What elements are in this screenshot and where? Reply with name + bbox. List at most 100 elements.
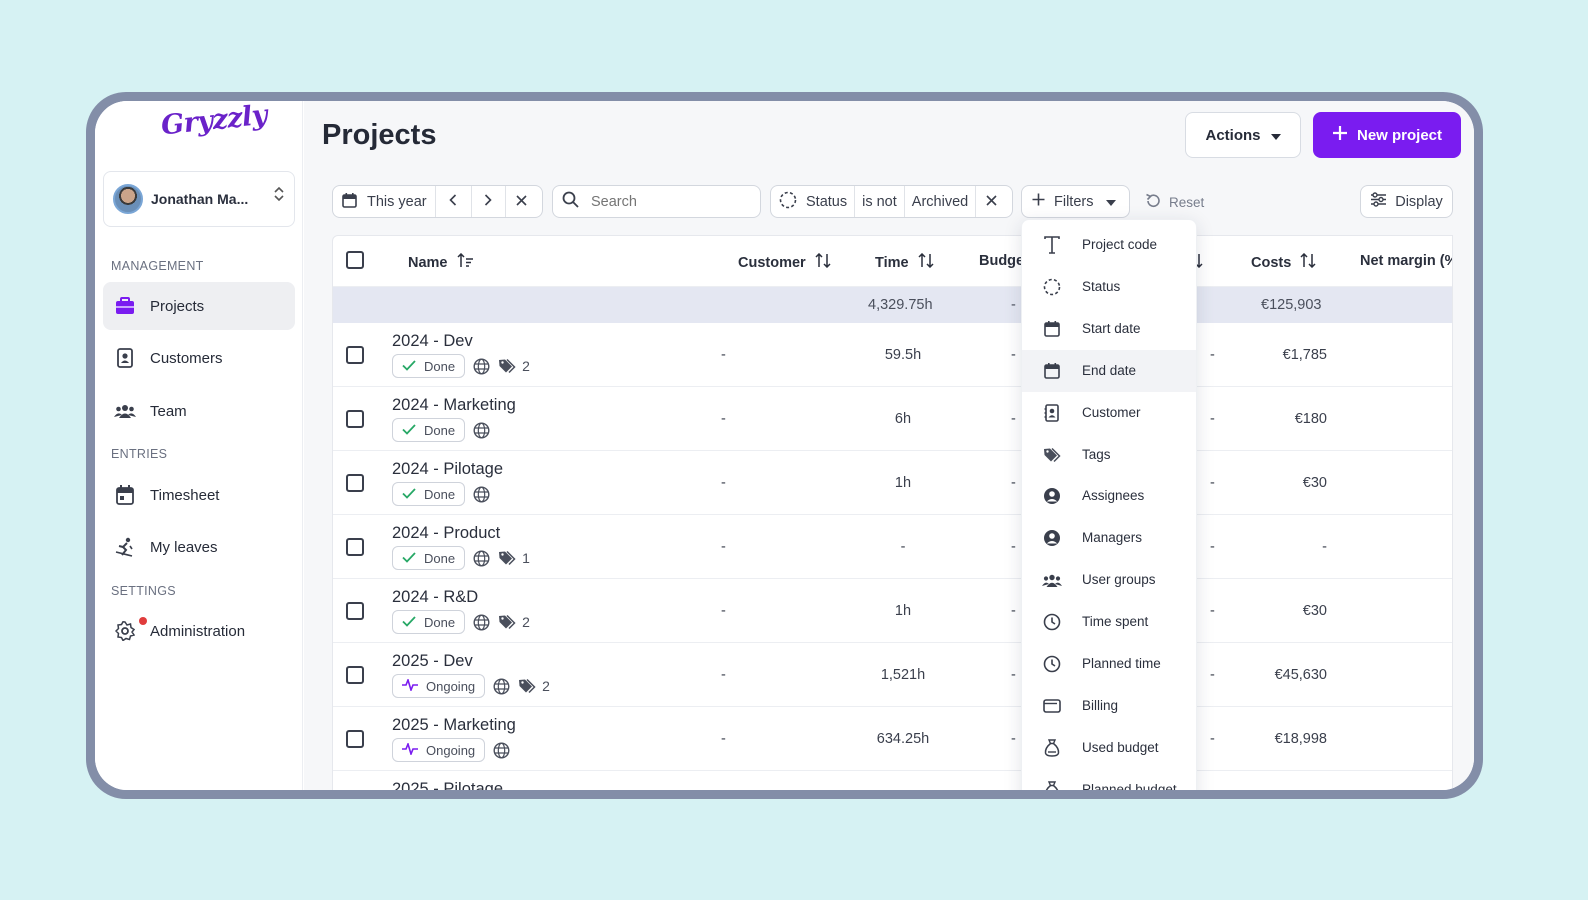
reset-label: Reset [1169, 194, 1205, 210]
project-name[interactable]: 2024 - Pilotage [392, 460, 503, 479]
sidebar-item-customers[interactable]: Customers [103, 334, 295, 382]
tags-indicator[interactable]: 2 [498, 614, 530, 630]
check-icon [402, 423, 416, 438]
table-row[interactable]: 2024 - Marketing Done - 6h - - €180 [333, 387, 1452, 451]
row-checkbox[interactable] [346, 666, 364, 684]
select-all-checkbox[interactable] [346, 251, 364, 269]
table-row[interactable]: 2024 - Dev Done 2 - 59.5h - - €1,785 [333, 323, 1452, 387]
sidebar-item-team[interactable]: Team [103, 387, 295, 435]
table-row[interactable]: 2024 - Pilotage Done - 1h - - €30 [333, 451, 1452, 515]
filter-option-assignees[interactable]: Assignees [1022, 475, 1196, 517]
filter-option-billing[interactable]: Billing [1022, 685, 1196, 727]
filter-option-end-date[interactable]: End date [1022, 349, 1196, 392]
user-switcher[interactable]: Jonathan Ma... [103, 171, 295, 227]
search-box[interactable] [552, 185, 761, 218]
app-logo[interactable]: Gryzzly [160, 101, 269, 141]
project-name[interactable]: 2025 - Dev [392, 652, 473, 671]
chevron-right-icon [484, 193, 492, 210]
actions-label: Actions [1205, 126, 1261, 144]
filter-option-tags[interactable]: Tags [1022, 434, 1196, 476]
table-row[interactable]: 2024 - R&D Done 2 - 1h - - €30 [333, 579, 1452, 643]
caret-down-icon [1270, 127, 1281, 144]
actions-button[interactable]: Actions [1185, 112, 1301, 158]
clear-period-button[interactable] [506, 186, 538, 217]
cell-time: - [900, 539, 906, 555]
project-name[interactable]: 2024 - Product [392, 524, 500, 543]
table-row[interactable]: 2025 - Marketing Ongoing - 634.25h - - €18,998 [333, 707, 1452, 771]
filter-operator[interactable]: is not [855, 186, 905, 217]
column-costs[interactable]: Costs [1251, 252, 1316, 272]
project-name[interactable]: 2025 - Pilotage [392, 780, 503, 790]
new-project-label: New project [1356, 126, 1443, 144]
row-checkbox[interactable] [346, 346, 364, 364]
next-period-button[interactable] [472, 186, 506, 217]
sidebar-item-label: Team [150, 402, 187, 420]
status-badge[interactable]: Done [392, 354, 466, 378]
column-time[interactable]: Time [875, 252, 934, 272]
project-name[interactable]: 2024 - Marketing [392, 396, 516, 415]
tags-indicator[interactable]: 2 [498, 358, 530, 374]
column-label: Time [875, 254, 909, 271]
cell-time: 1,521h [880, 667, 926, 683]
status-badge[interactable]: Done [392, 482, 466, 506]
column-name[interactable]: Name [408, 252, 474, 272]
filter-option-status[interactable]: Status [1022, 266, 1196, 308]
column-customer[interactable]: Customer [738, 252, 831, 272]
new-project-button[interactable]: New project [1313, 112, 1461, 158]
row-checkbox[interactable] [346, 474, 364, 492]
column-net-margin[interactable]: Net margin (% [1360, 253, 1452, 269]
filter-option-managers[interactable]: Managers [1022, 517, 1196, 559]
caret-down-icon [1106, 194, 1117, 210]
status-badge[interactable]: Done [392, 546, 466, 570]
sidebar-item-my-leaves[interactable]: My leaves [103, 523, 295, 571]
status-badge[interactable]: Done [392, 418, 466, 442]
cell-budget: - [1011, 539, 1016, 555]
filter-value-label: Archived [911, 193, 969, 210]
row-checkbox[interactable] [346, 538, 364, 556]
tags-icon [498, 614, 517, 630]
filter-option-start-date[interactable]: Start date [1022, 308, 1196, 350]
filter-field[interactable]: Status [771, 186, 856, 217]
previous-period-button[interactable] [436, 186, 472, 217]
row-checkbox[interactable] [346, 730, 364, 748]
status-badge[interactable]: Ongoing [392, 674, 486, 698]
filter-option-label: Time spent [1082, 614, 1149, 630]
display-button[interactable]: Display [1360, 185, 1453, 218]
cell-time: 6h [894, 411, 912, 427]
column-budget[interactable]: Budge [979, 253, 1024, 269]
filter-option-planned-time[interactable]: Planned time [1022, 643, 1196, 685]
display-label: Display [1395, 193, 1443, 210]
reset-button[interactable]: Reset [1145, 193, 1204, 211]
filter-option-planned-budget[interactable]: Planned budget [1022, 769, 1196, 790]
filter-option-user-groups[interactable]: User groups [1022, 559, 1196, 601]
avatar [113, 184, 143, 214]
table-row[interactable]: 2024 - Product Done 1 - - - - - [333, 515, 1452, 579]
period-label: This year [367, 193, 427, 210]
filter-option-used-budget[interactable]: Used budget [1022, 727, 1196, 769]
table-row[interactable]: 2025 - Dev Ongoing 2 - 1,521h - - €45,630 [333, 643, 1452, 707]
tags-indicator[interactable]: 2 [518, 678, 550, 694]
sidebar-item-administration[interactable]: Administration [103, 607, 295, 655]
row-checkbox[interactable] [346, 410, 364, 428]
filters-button[interactable]: Filters [1021, 185, 1130, 218]
project-name[interactable]: 2024 - R&D [392, 588, 478, 607]
filter-option-project-code[interactable]: Project code [1022, 224, 1196, 266]
filter-option-customer[interactable]: Customer [1022, 392, 1196, 434]
status-badge[interactable]: Done [392, 610, 466, 634]
status-label: Done [424, 422, 456, 438]
filter-value[interactable]: Archived [905, 186, 977, 217]
total-time: 4,329.75h [868, 297, 933, 313]
status-badge[interactable]: Ongoing [392, 738, 486, 762]
table-row[interactable]: 2025 - Pilotage [333, 771, 1452, 790]
sidebar-item-timesheet[interactable]: Timesheet [103, 471, 295, 519]
project-name[interactable]: 2024 - Dev [392, 332, 473, 351]
filter-option-label: User groups [1082, 572, 1156, 588]
remove-filter-button[interactable] [976, 186, 1007, 217]
tags-indicator[interactable]: 1 [498, 550, 530, 566]
search-input[interactable] [591, 193, 741, 210]
project-name[interactable]: 2025 - Marketing [392, 716, 516, 735]
filter-option-time-spent[interactable]: Time spent [1022, 601, 1196, 643]
period-button[interactable]: This year [333, 186, 436, 217]
sidebar-item-projects[interactable]: Projects [103, 282, 295, 330]
row-checkbox[interactable] [346, 602, 364, 620]
